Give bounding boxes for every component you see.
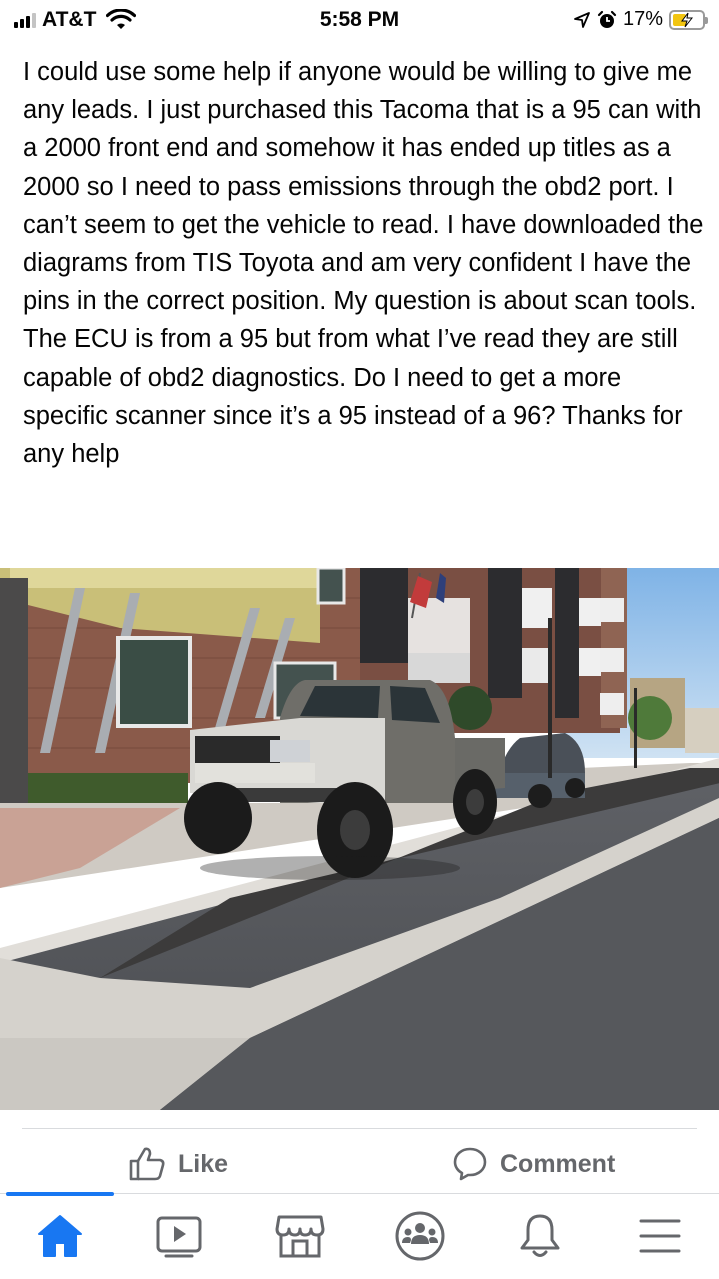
status-bar: AT&T 5:58 PM 17% [0,0,719,40]
nav-groups[interactable] [392,1208,448,1264]
nav-marketplace[interactable] [272,1208,328,1264]
nav-menu[interactable] [632,1208,688,1264]
post-text: I could use some help if anyone would be… [23,58,704,469]
notifications-icon [520,1214,560,1257]
battery-percent: 17% [622,8,663,30]
watch-icon [156,1216,202,1258]
groups-icon [395,1211,445,1261]
thumbs-up-icon [129,1147,165,1181]
nav-watch[interactable] [151,1208,207,1264]
location-arrow-icon [574,11,590,28]
alarm-icon [597,10,617,28]
post-photo[interactable] [0,568,719,1110]
comment-button[interactable]: Comment [452,1146,615,1182]
status-right: 17% [573,8,708,31]
nav-home[interactable] [32,1208,88,1264]
menu-icon [639,1219,681,1253]
truck-photo-illustration [0,568,719,1110]
like-label: Like [178,1149,229,1178]
comment-label: Comment [500,1149,616,1178]
home-icon [38,1215,82,1257]
marketplace-icon [275,1215,325,1258]
nav-notifications[interactable] [512,1208,568,1264]
battery-icon [669,9,708,30]
charging-bolt-icon [681,12,694,27]
action-divider [22,1128,697,1129]
like-button[interactable]: Like [128,1146,228,1182]
comment-bubble-icon [453,1147,487,1181]
active-tab-indicator [6,1192,114,1196]
